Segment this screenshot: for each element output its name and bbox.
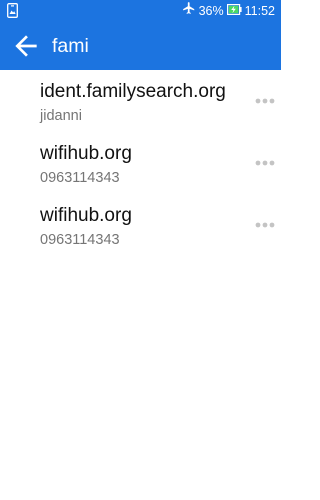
battery-charging-icon — [226, 0, 242, 22]
result-subtitle: 0963114343 — [40, 170, 120, 186]
result-title: ident.familysearch.org — [40, 81, 226, 102]
list-item[interactable]: wifihub.org 0963114343 — [0, 132, 281, 194]
search-input[interactable] — [52, 30, 252, 62]
back-arrow-icon[interactable] — [10, 30, 42, 62]
result-subtitle: 0963114343 — [40, 232, 120, 248]
more-options-icon[interactable] — [252, 216, 278, 234]
app-bar — [0, 22, 281, 70]
more-options-icon[interactable] — [252, 92, 278, 110]
screenshot-icon — [7, 3, 18, 23]
result-title: wifihub.org — [40, 205, 132, 226]
clock: 11:52 — [244, 4, 275, 18]
result-title: wifihub.org — [40, 143, 132, 164]
more-options-icon[interactable] — [252, 154, 278, 172]
result-subtitle: jidanni — [40, 108, 82, 124]
list-item[interactable]: ident.familysearch.org jidanni — [0, 70, 281, 132]
airplane-mode-icon — [182, 0, 196, 22]
result-list: ident.familysearch.org jidanni wifihub.o… — [0, 70, 281, 256]
status-bar: 36% 11:52 — [0, 0, 281, 22]
battery-percent: 36% — [198, 4, 224, 18]
list-item[interactable]: wifihub.org 0963114343 — [0, 194, 281, 256]
